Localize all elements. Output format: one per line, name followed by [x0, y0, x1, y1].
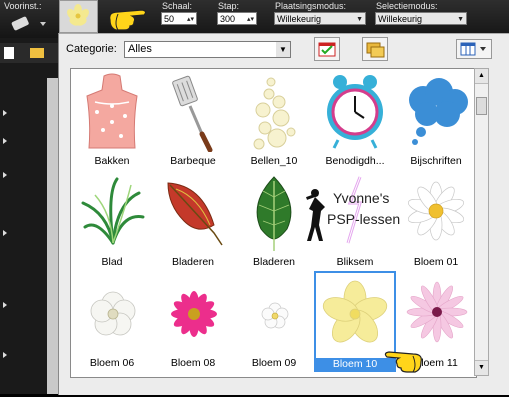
tube-item-label: Benodigdh...	[325, 155, 385, 167]
placement-dropdown[interactable]: Willekeurig ▼	[274, 12, 366, 25]
tube-item-label: Barbeque	[170, 155, 216, 167]
tube-item-benodigdheden[interactable]: Benodigdh...	[314, 69, 396, 170]
placement-label: Plaatsingsmodus:	[275, 1, 347, 11]
tube-item-label: Bloem 01	[413, 256, 459, 268]
green-leaf-icon	[256, 176, 292, 251]
palm-leaf-icon	[81, 177, 145, 245]
spin-icon: ▴▾	[246, 16, 254, 23]
autumn-leaf-icon	[167, 182, 223, 246]
tube-item-bellen[interactable]: Bellen_10	[233, 69, 315, 170]
menu-strip	[0, 43, 58, 63]
tube-item-bloem-09[interactable]: Bloem 09	[233, 271, 315, 372]
tube-item-label: Bladeren	[252, 256, 296, 268]
category-dropdown[interactable]: Alles ▼	[124, 41, 291, 58]
preset-picker[interactable]	[6, 13, 48, 33]
pointing-hand-icon	[381, 344, 427, 376]
eraser-icon	[11, 16, 46, 31]
selection-label: Selectiemodus:	[376, 1, 438, 11]
tube-item-label: Bloem 08	[170, 357, 216, 369]
placement-value: Willekeurig	[277, 14, 322, 24]
tube-item-label: Blad	[101, 256, 123, 268]
alarm-clock-icon	[327, 75, 383, 149]
selection-value: Willekeurig	[378, 14, 423, 24]
edit-categories-button[interactable]	[314, 37, 340, 61]
category-label: Categorie:	[66, 43, 117, 55]
speech-bubble-icon	[409, 78, 468, 145]
checklist-icon	[318, 42, 336, 57]
spatula-icon	[172, 75, 213, 152]
tube-item-label: Bloem 06	[89, 357, 135, 369]
chevron-down-icon	[480, 47, 486, 51]
scale-label: Schaal:	[162, 1, 193, 11]
white-flower-icon	[90, 291, 136, 336]
scroll-down-icon[interactable]: ▼	[475, 360, 488, 375]
step-field[interactable]: 300 ▴▾	[217, 12, 257, 25]
yellow-flower-icon	[322, 280, 388, 343]
watermark: Yvonne's PSP-lessen	[303, 187, 413, 247]
chevron-down-icon: ▼	[276, 42, 290, 57]
view-options-button[interactable]	[456, 39, 492, 59]
tube-item-bloem-08[interactable]: Bloem 08	[152, 271, 234, 372]
folders-icon	[366, 42, 385, 58]
apron-icon	[86, 73, 138, 149]
grid-view-icon	[460, 42, 486, 56]
scale-value: 50	[164, 14, 175, 24]
folder-icon	[30, 48, 44, 58]
flower-icon	[67, 4, 89, 26]
bubbles-icon	[253, 77, 296, 150]
watermark-line-1: Yvonne's	[333, 190, 390, 206]
pink-flower-icon	[406, 281, 468, 343]
tube-item-label: Bladeren	[171, 256, 215, 268]
tube-item-blad[interactable]: Blad	[71, 170, 153, 271]
scale-field[interactable]: 50 ▴▾	[161, 12, 197, 25]
tube-item-label: Bliksem	[336, 256, 374, 268]
tube-item-label: Bloem 09	[251, 357, 297, 369]
tube-item-label: Bijschriften	[410, 155, 462, 167]
browse-folders-button[interactable]	[362, 37, 388, 61]
tube-item-bladeren-1[interactable]: Bladeren	[152, 170, 234, 271]
tube-item-label: Bakken	[94, 155, 130, 167]
step-value: 300	[220, 14, 236, 24]
watermark-line-2: PSP-lessen	[327, 211, 401, 227]
vertical-scrollbar[interactable]: ▲ ▼	[474, 68, 489, 376]
spin-icon: ▴▾	[186, 16, 194, 23]
category-value: Alles	[128, 43, 152, 55]
small-white-flower-icon	[261, 302, 289, 329]
tube-item-barbeque[interactable]: Barbeque	[152, 69, 234, 170]
scroll-up-icon[interactable]: ▲	[475, 69, 488, 84]
tube-item-bloem-06[interactable]: Bloem 06	[71, 271, 153, 372]
pointing-hand-icon	[104, 2, 150, 34]
tool-arrows	[0, 70, 10, 394]
step-label: Stap:	[218, 1, 240, 11]
scroll-thumb[interactable]	[476, 97, 487, 115]
tube-item-bakken[interactable]: Bakken	[71, 69, 153, 170]
selection-dropdown[interactable]: Willekeurig ▼	[375, 12, 467, 25]
chevron-down-icon: ▼	[457, 16, 464, 23]
pink-daisy-icon	[171, 291, 217, 337]
tube-thumbnails-grid: Bakken Barbeque Bellen_10 Benodigdh... B…	[70, 68, 477, 378]
tube-item-label: Bellen_10	[250, 155, 298, 167]
tube-item-bijschriften[interactable]: Bijschriften	[395, 69, 476, 170]
picture-tube-button[interactable]	[59, 0, 98, 33]
dancer-silhouette-icon	[306, 189, 325, 241]
preset-label: Voorinst.:	[4, 1, 42, 11]
chevron-down-icon: ▼	[356, 16, 363, 23]
